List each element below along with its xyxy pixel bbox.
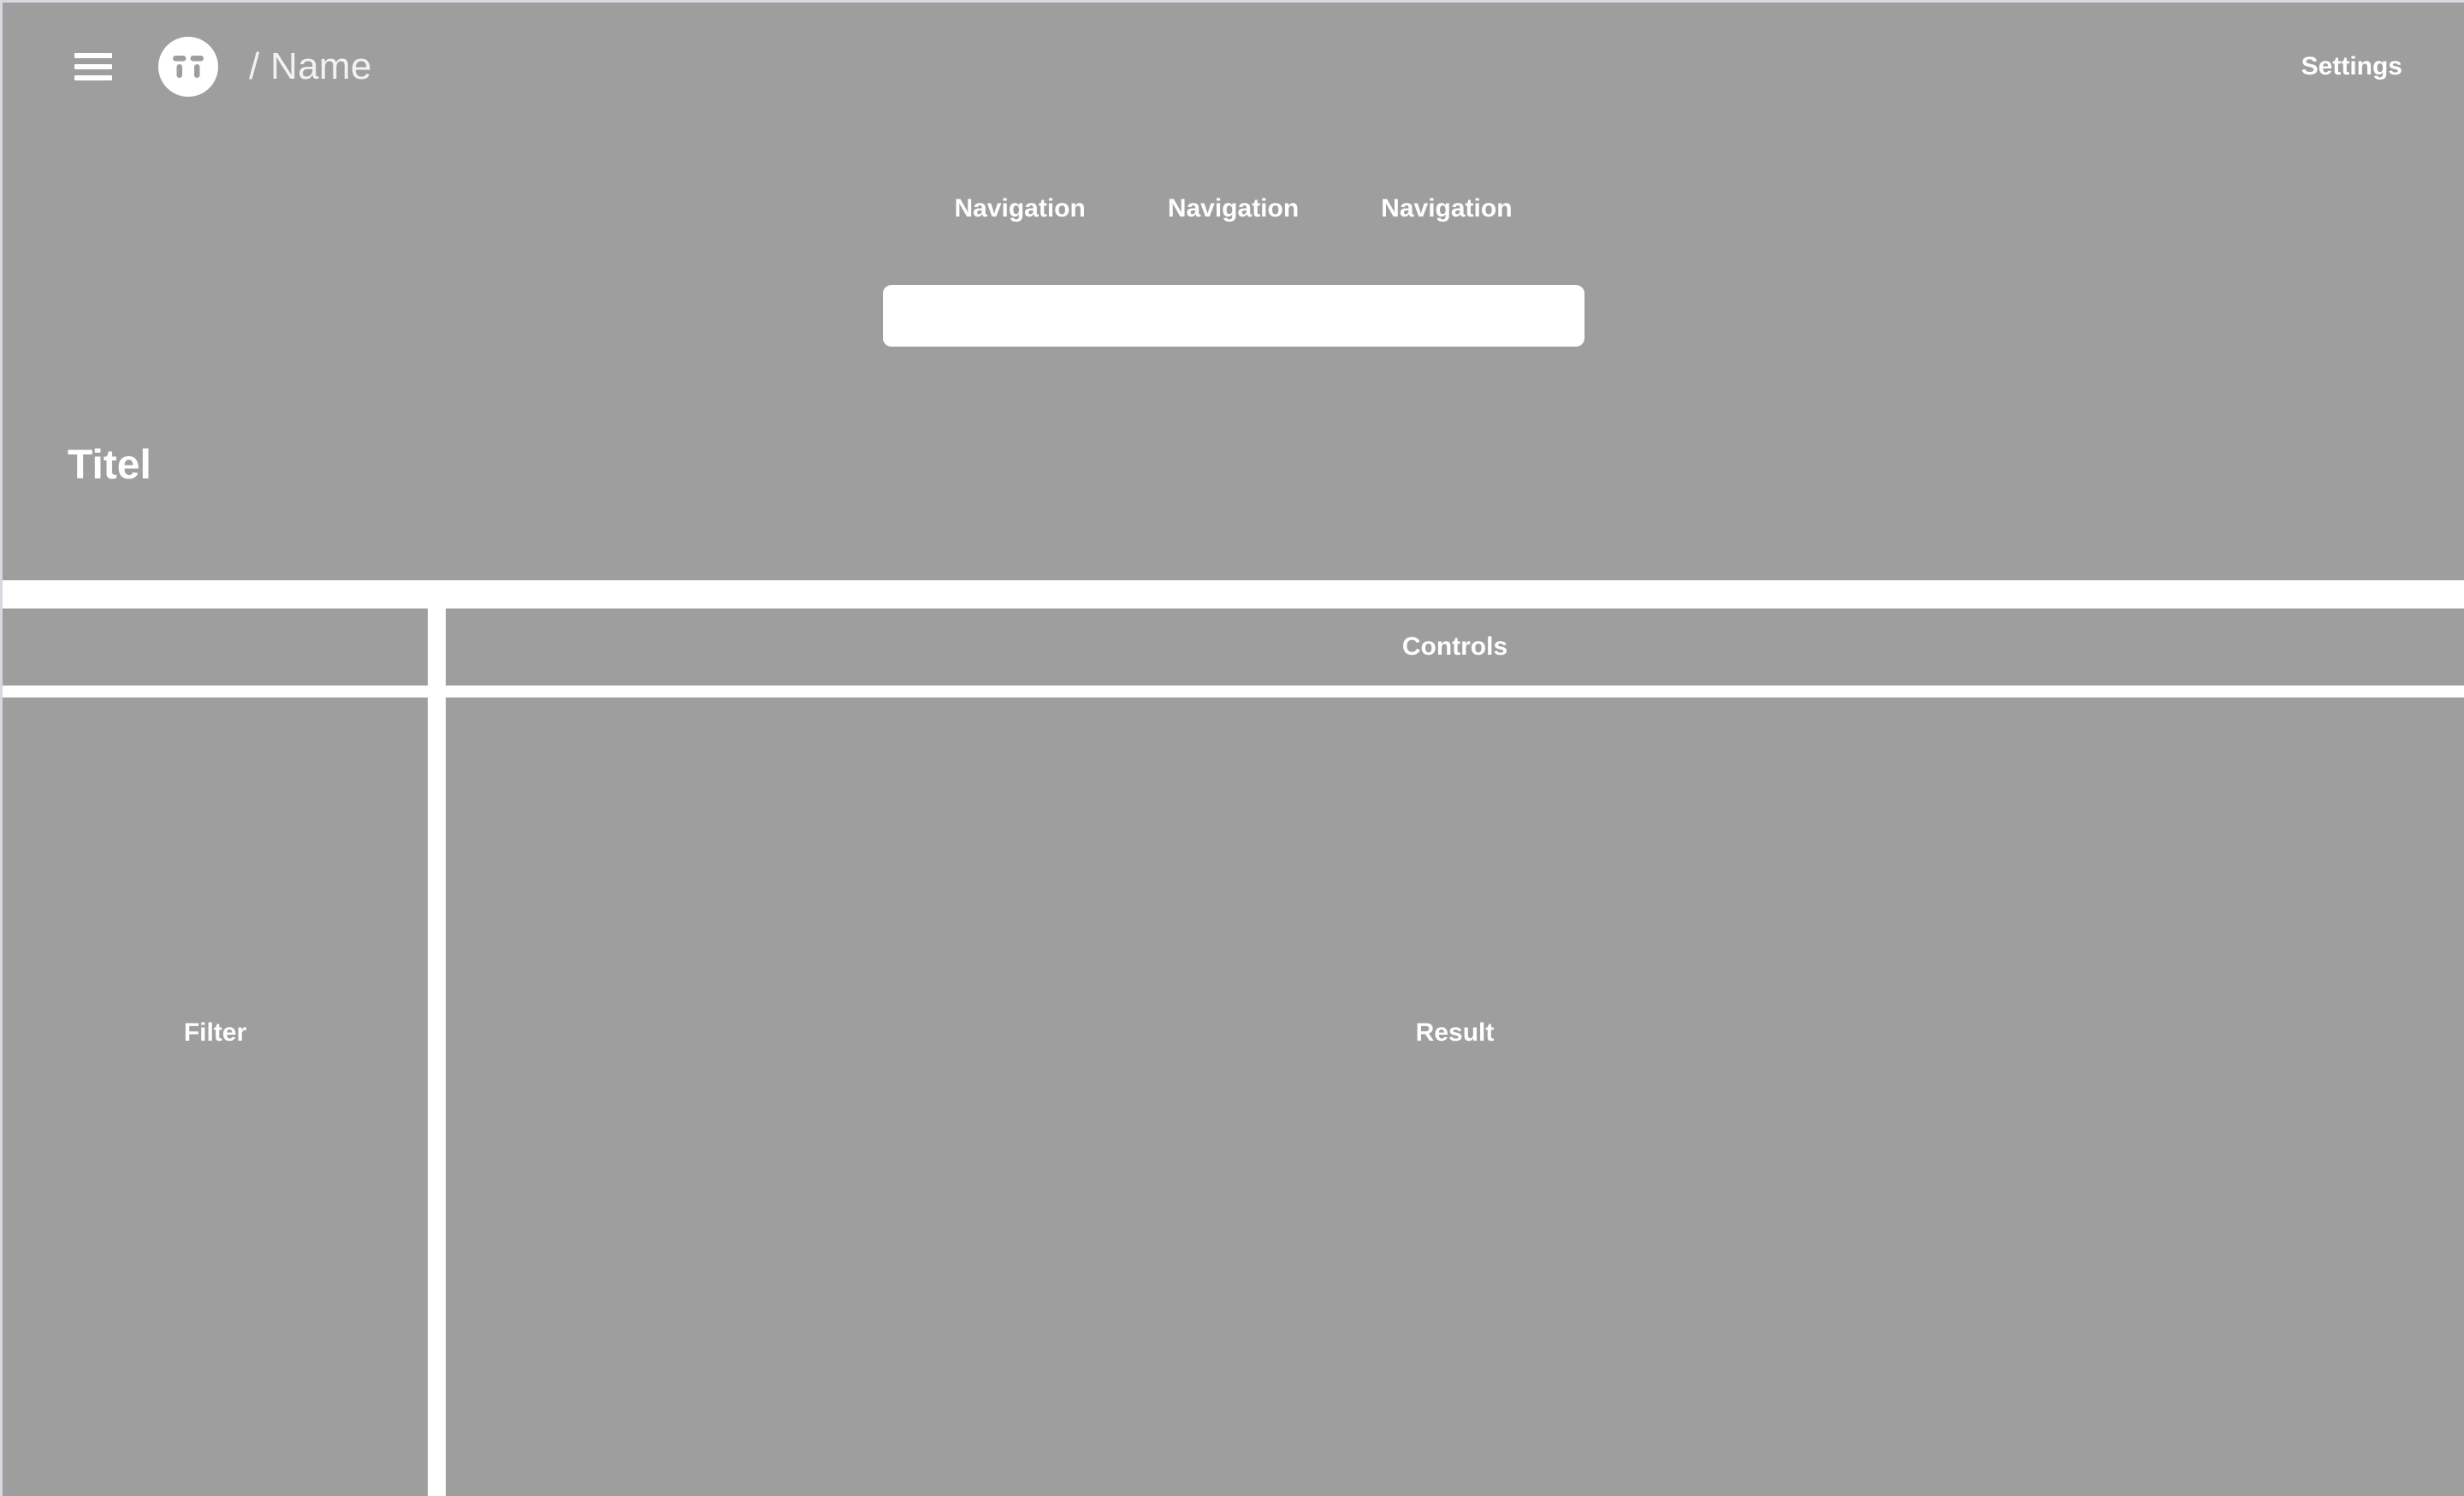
result-panel[interactable]: Result [446,698,2464,1496]
top-bar: / Name Settings [3,3,2464,131]
controls-row: Controls [3,608,2464,686]
hamburger-bar-1 [74,53,112,58]
hamburger-bar-3 [74,75,112,80]
header-block: / Name Settings Navigation Navigation Na… [3,3,2464,580]
brand[interactable]: / Name [158,37,372,97]
result-panel-label: Result [1415,1018,1495,1047]
hamburger-bar-2 [74,64,112,69]
wireframe-page: / Name Settings Navigation Navigation Na… [0,0,2464,1496]
nav-item-2[interactable]: Navigation [1161,193,1306,225]
hamburger-menu-icon[interactable] [74,53,112,80]
primary-navigation: Navigation Navigation Navigation [3,193,2464,225]
nav-item-3[interactable]: Navigation [1374,193,1519,225]
filter-panel-label: Filter [183,1018,247,1047]
search-area [3,285,2464,347]
circle-logo-icon [158,37,218,97]
page-title: Titel [68,442,151,488]
settings-button[interactable]: Settings [2301,54,2402,80]
brand-name: / Name [249,45,372,87]
main-content-row: Filter Result [3,698,2464,1496]
controls-label: Controls [1401,632,1508,661]
controls-bar[interactable]: Controls [446,608,2464,686]
nav-item-1[interactable]: Navigation [947,193,1092,225]
controls-side-block [3,608,428,686]
search-input[interactable] [882,285,1584,347]
filter-panel[interactable]: Filter [3,698,428,1496]
